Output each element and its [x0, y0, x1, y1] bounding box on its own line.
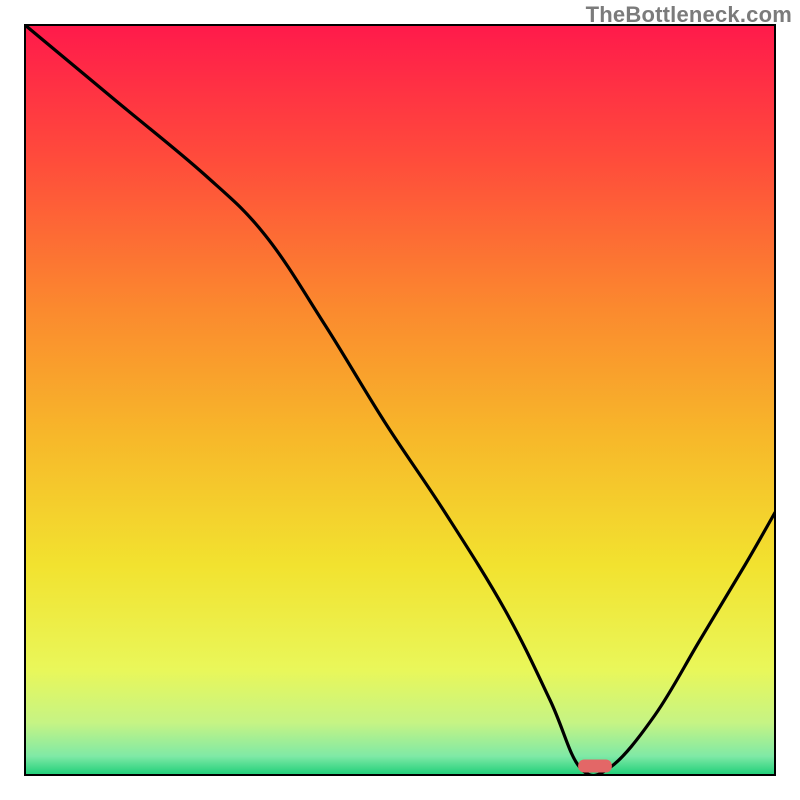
optimal-marker	[578, 760, 612, 773]
gradient-background	[25, 25, 775, 775]
chart-root: TheBottleneck.com	[0, 0, 800, 800]
bottleneck-chart	[0, 0, 800, 800]
watermark-text: TheBottleneck.com	[586, 2, 792, 28]
